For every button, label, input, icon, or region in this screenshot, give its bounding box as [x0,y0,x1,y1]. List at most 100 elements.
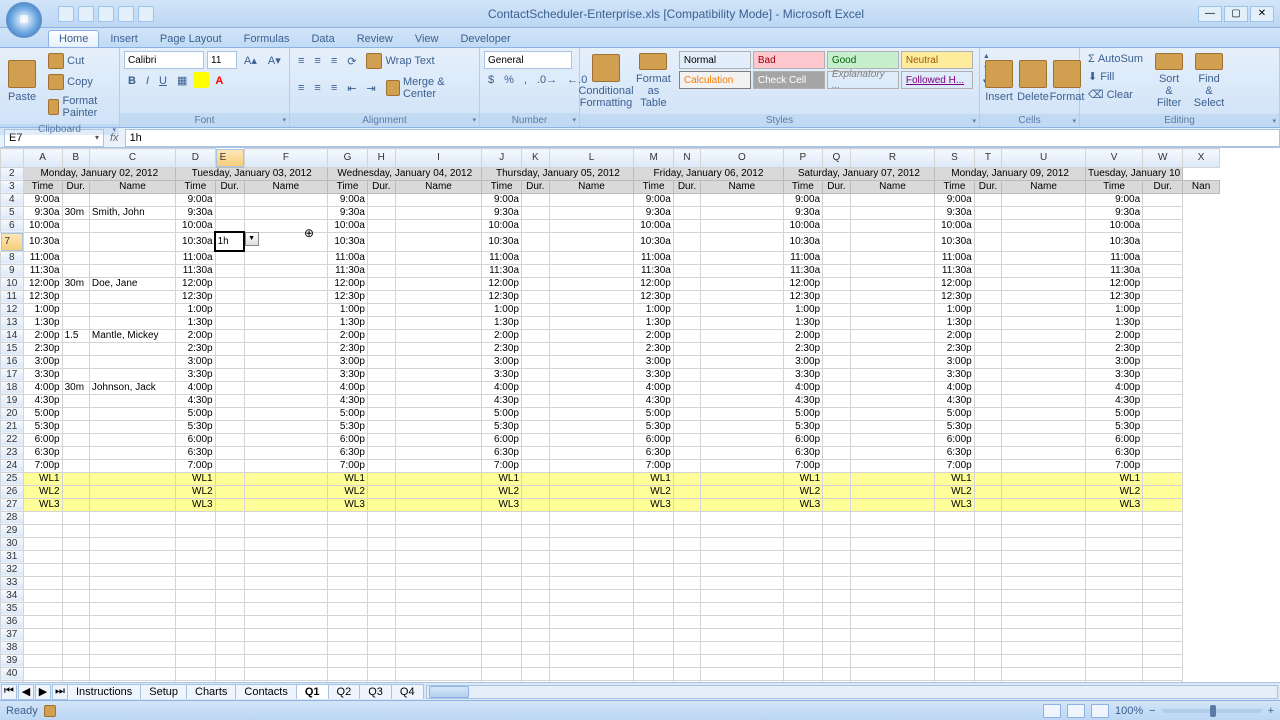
cell[interactable] [62,368,89,381]
cell[interactable] [395,193,482,206]
cell[interactable]: 11:00a [783,251,823,264]
cell[interactable]: 5:00p [783,407,823,420]
cell[interactable] [850,420,935,433]
cell[interactable]: 9:00a [23,193,62,206]
cell[interactable] [215,368,244,381]
cell[interactable]: 11:00a [935,251,975,264]
cell[interactable] [974,524,1001,537]
cell[interactable] [701,667,783,680]
cell[interactable]: 5:30p [1085,420,1142,433]
cell[interactable] [549,219,634,232]
qat-print-icon[interactable] [118,6,134,22]
cell[interactable]: WL3 [935,498,975,511]
cell[interactable] [1143,420,1183,433]
cell[interactable] [823,206,851,219]
row-header-18[interactable]: 18 [1,381,24,394]
cell[interactable] [244,368,328,381]
cell[interactable] [395,290,482,303]
underline-button[interactable]: U [155,72,171,89]
cell[interactable]: WL2 [634,485,673,498]
cell[interactable]: WL1 [783,472,823,485]
conditional-formatting-button[interactable]: Conditional Formatting [584,51,628,111]
cell[interactable] [176,589,216,602]
cell[interactable] [701,433,783,446]
cell[interactable] [395,420,482,433]
cell[interactable] [395,407,482,420]
cell[interactable] [215,550,244,563]
cell[interactable] [1085,680,1142,682]
cell[interactable] [62,316,89,329]
cell[interactable] [395,472,482,485]
cell[interactable] [395,641,482,654]
cell[interactable] [215,680,244,682]
cell[interactable] [1085,615,1142,628]
col-header-U[interactable]: U [1002,149,1086,168]
cell[interactable] [1143,459,1183,472]
cell[interactable] [1002,641,1086,654]
percent-button[interactable]: % [500,72,518,88]
align-middle-button[interactable]: ≡ [310,51,324,71]
cell[interactable]: WL2 [328,485,368,498]
cell[interactable] [89,420,175,433]
cell[interactable]: 30m [62,277,89,290]
cell[interactable] [23,524,62,537]
cell[interactable]: 4:30p [482,394,522,407]
cell[interactable] [974,485,1001,498]
cell[interactable] [1143,232,1183,251]
cell[interactable] [395,303,482,316]
cell[interactable] [367,316,395,329]
number-format-select[interactable]: General [484,51,572,69]
cell[interactable] [549,537,634,550]
col-header-B[interactable]: B [62,149,89,168]
cell[interactable] [62,589,89,602]
cell[interactable] [549,355,634,368]
row-header-15[interactable]: 15 [1,342,24,355]
tab-formulas[interactable]: Formulas [233,30,301,47]
cell[interactable] [395,329,482,342]
cell[interactable] [850,524,935,537]
cell[interactable] [823,589,851,602]
cell[interactable] [328,563,368,576]
cell[interactable] [701,206,783,219]
cell[interactable] [89,680,175,682]
cell[interactable]: 3:30p [176,368,216,381]
row-header-12[interactable]: 12 [1,303,24,316]
cell[interactable] [974,433,1001,446]
cell[interactable] [367,459,395,472]
cell[interactable] [244,485,328,498]
cell[interactable] [673,290,700,303]
cell[interactable]: 3:00p [176,355,216,368]
cell[interactable] [823,602,851,615]
cell[interactable] [701,524,783,537]
cell[interactable] [395,433,482,446]
cell[interactable]: 2:00p [176,329,216,342]
cell[interactable]: 5:00p [935,407,975,420]
cell[interactable] [673,407,700,420]
cell[interactable] [974,264,1001,277]
merge-center-button[interactable]: Merge & Center [382,74,475,102]
col-header-A[interactable]: A [23,149,62,168]
col-header-V[interactable]: V [1085,149,1142,168]
cell[interactable] [783,628,823,641]
cell[interactable] [244,407,328,420]
cell[interactable] [783,641,823,654]
zoom-in-button[interactable]: + [1268,705,1274,717]
cell[interactable] [1002,550,1086,563]
cell[interactable] [783,511,823,524]
cell[interactable] [935,628,975,641]
cell[interactable] [974,472,1001,485]
cell[interactable] [244,193,328,206]
cell[interactable] [328,524,368,537]
cell[interactable] [367,472,395,485]
cell[interactable] [549,628,634,641]
cell[interactable]: 10:00a [1085,219,1142,232]
cell[interactable] [673,394,700,407]
row-header-28[interactable]: 28 [1,511,24,524]
cell[interactable] [823,654,851,667]
zoom-out-button[interactable]: − [1149,705,1155,717]
row-header-27[interactable]: 27 [1,498,24,511]
cell[interactable] [244,433,328,446]
cell[interactable] [974,576,1001,589]
cell[interactable] [823,355,851,368]
cell[interactable]: 1:30p [1085,316,1142,329]
